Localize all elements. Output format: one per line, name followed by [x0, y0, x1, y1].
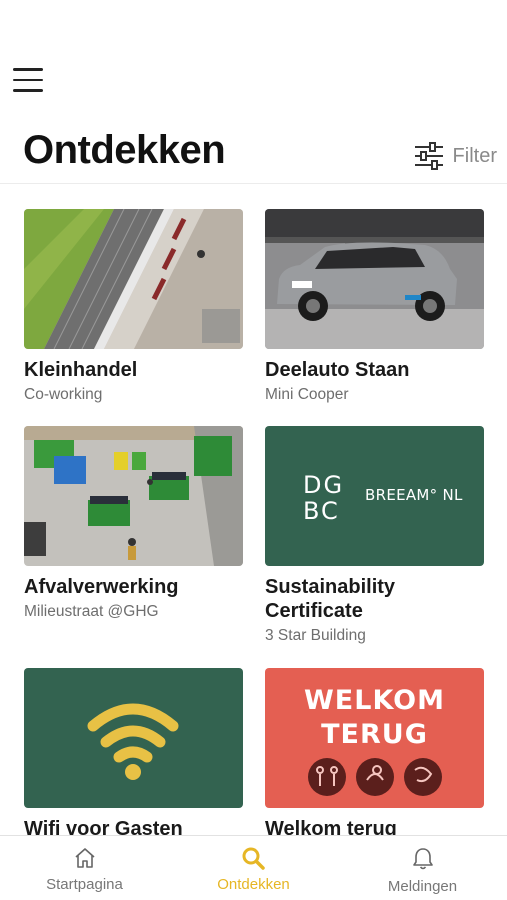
hygiene-pictograms	[308, 758, 442, 796]
tab-label: Meldingen	[387, 878, 458, 895]
mini-cooper-photo	[265, 209, 484, 349]
card-afvalverwerking[interactable]: Afvalverwerking Milieustraat @GHG	[24, 426, 243, 621]
card-title: Afvalverwerking	[24, 576, 179, 598]
sliders-icon	[414, 142, 443, 170]
breeam-logo: BREEAM° NL	[365, 486, 463, 504]
page-title: Ontdekken	[23, 128, 226, 172]
tab-label: Startpagina	[46, 876, 123, 893]
search-icon	[242, 847, 265, 870]
tab-startpagina[interactable]: Startpagina	[0, 836, 169, 900]
card-title: Sustainability Certificate	[265, 576, 396, 622]
home-icon	[74, 848, 95, 868]
welkom-terug-poster: WELKOM TERUG	[265, 668, 484, 808]
card-wifi-voor-gasten[interactable]: Wifi voor Gasten	[24, 668, 243, 835]
tab-ontdekken[interactable]: Ontdekken	[169, 836, 338, 900]
card-subtitle: 3 Star Building	[265, 627, 366, 644]
card-sustainability-certificate[interactable]: DGBC BREEAM° NL Sustainability Certifica…	[265, 426, 484, 645]
wifi-icon	[87, 703, 179, 780]
wifi-tile	[24, 668, 243, 808]
card-subtitle: Co-working	[24, 386, 103, 403]
menu-icon[interactable]	[13, 68, 43, 92]
bottom-tab-bar: Startpagina Ontdekken Meldingen	[0, 835, 507, 900]
card-title: Welkom terug	[265, 818, 397, 835]
card-subtitle: Milieustraat @GHG	[24, 603, 159, 620]
bell-icon	[412, 848, 433, 870]
discover-grid: Kleinhandel Co-working Deelauto Staan Mi…	[0, 185, 507, 835]
page-header: Ontdekken Filter	[0, 118, 507, 184]
kleinhandel-photo	[24, 209, 243, 349]
filter-label: Filter	[452, 144, 497, 167]
card-title: Deelauto Staan	[265, 359, 410, 381]
card-welkom-terug[interactable]: WELKOM TERUG Welkom terug	[265, 668, 484, 835]
dgbc-logo: DGBC	[303, 471, 345, 525]
filter-button[interactable]: Filter	[413, 142, 497, 170]
card-kleinhandel[interactable]: Kleinhandel Co-working	[24, 209, 243, 404]
card-title: Wifi voor Gasten	[24, 818, 183, 835]
dgbc-breeam-logo-tile: DGBC BREEAM° NL	[265, 426, 484, 566]
tab-label: Ontdekken	[217, 876, 290, 893]
waste-yard-photo	[24, 426, 243, 566]
tab-meldingen[interactable]: Meldingen	[338, 836, 507, 900]
card-title: Kleinhandel	[24, 359, 138, 381]
card-subtitle: Mini Cooper	[265, 386, 349, 403]
card-deelauto-staan[interactable]: Deelauto Staan Mini Cooper	[265, 209, 484, 404]
